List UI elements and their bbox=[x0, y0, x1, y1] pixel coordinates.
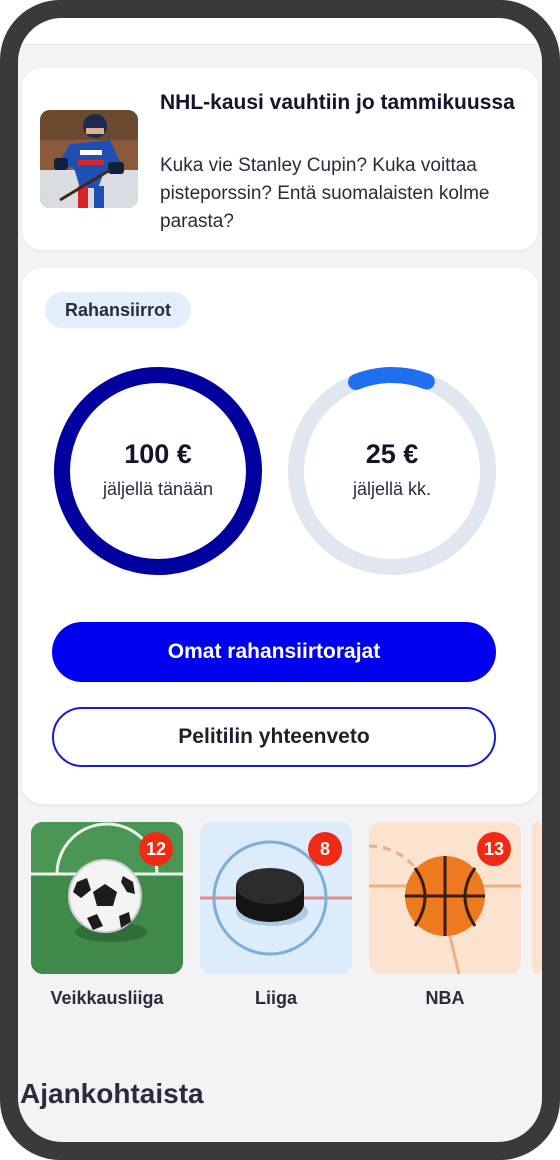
sport-count-badge: 13 bbox=[477, 832, 511, 866]
monthly-limit-ring: 25 € jäljellä kk. bbox=[286, 365, 498, 577]
daily-ring-svg bbox=[54, 367, 262, 575]
daily-limit-ring: 100 € jäljellä tänään bbox=[52, 365, 264, 577]
monthly-ring-track bbox=[288, 367, 496, 575]
daily-amount: 100 € bbox=[124, 439, 192, 469]
sport-tile-liiga[interactable]: 8 bbox=[200, 822, 352, 974]
news-card[interactable]: NHL-kausi vauhtiin jo tammikuussa Kuka v… bbox=[22, 68, 538, 250]
news-description: Kuka vie Stanley Cupin? Kuka voittaa pis… bbox=[160, 155, 490, 232]
monthly-label: jäljellä kk. bbox=[352, 479, 432, 499]
sport-label-veikkausliiga: Veikkausliiga bbox=[50, 988, 164, 1008]
sport-tile-next[interactable] bbox=[532, 822, 542, 974]
transfer-limits-button[interactable]: Omat rahansiirtorajat bbox=[52, 622, 496, 682]
sport-count-badge: 8 bbox=[308, 832, 342, 866]
top-strip bbox=[18, 18, 542, 45]
money-transfers-card: Rahansiirrot 100 € jäljellä tänään 25 € … bbox=[22, 268, 538, 804]
sport-tile-veikkausliiga[interactable]: 12 bbox=[31, 822, 183, 974]
account-summary-button[interactable]: Pelitilin yhteenveto bbox=[52, 707, 496, 767]
monthly-ring-progress bbox=[288, 367, 496, 575]
sport-tile-nba[interactable]: 13 bbox=[369, 822, 521, 974]
sport-label-nba: NBA bbox=[425, 988, 465, 1008]
money-transfers-chip: Rahansiirrot bbox=[45, 292, 192, 328]
monthly-ring-svg bbox=[288, 367, 496, 575]
hockey-player-image bbox=[40, 110, 138, 208]
daily-label: jäljellä tänään bbox=[102, 479, 214, 499]
monthly-amount: 25 € bbox=[365, 439, 419, 469]
app-screen: NHL-kausi vauhtiin jo tammikuussa Kuka v… bbox=[18, 18, 542, 1142]
sport-label-liiga: Liiga bbox=[254, 988, 297, 1008]
phone-frame: NHL-kausi vauhtiin jo tammikuussa Kuka v… bbox=[0, 0, 560, 1160]
news-title: NHL-kausi vauhtiin jo tammikuussa bbox=[160, 91, 515, 114]
sport-count-badge: 12 bbox=[139, 832, 173, 866]
section-title-current: Ajankohtaista bbox=[20, 1078, 204, 1109]
daily-ring-progress bbox=[54, 367, 262, 575]
